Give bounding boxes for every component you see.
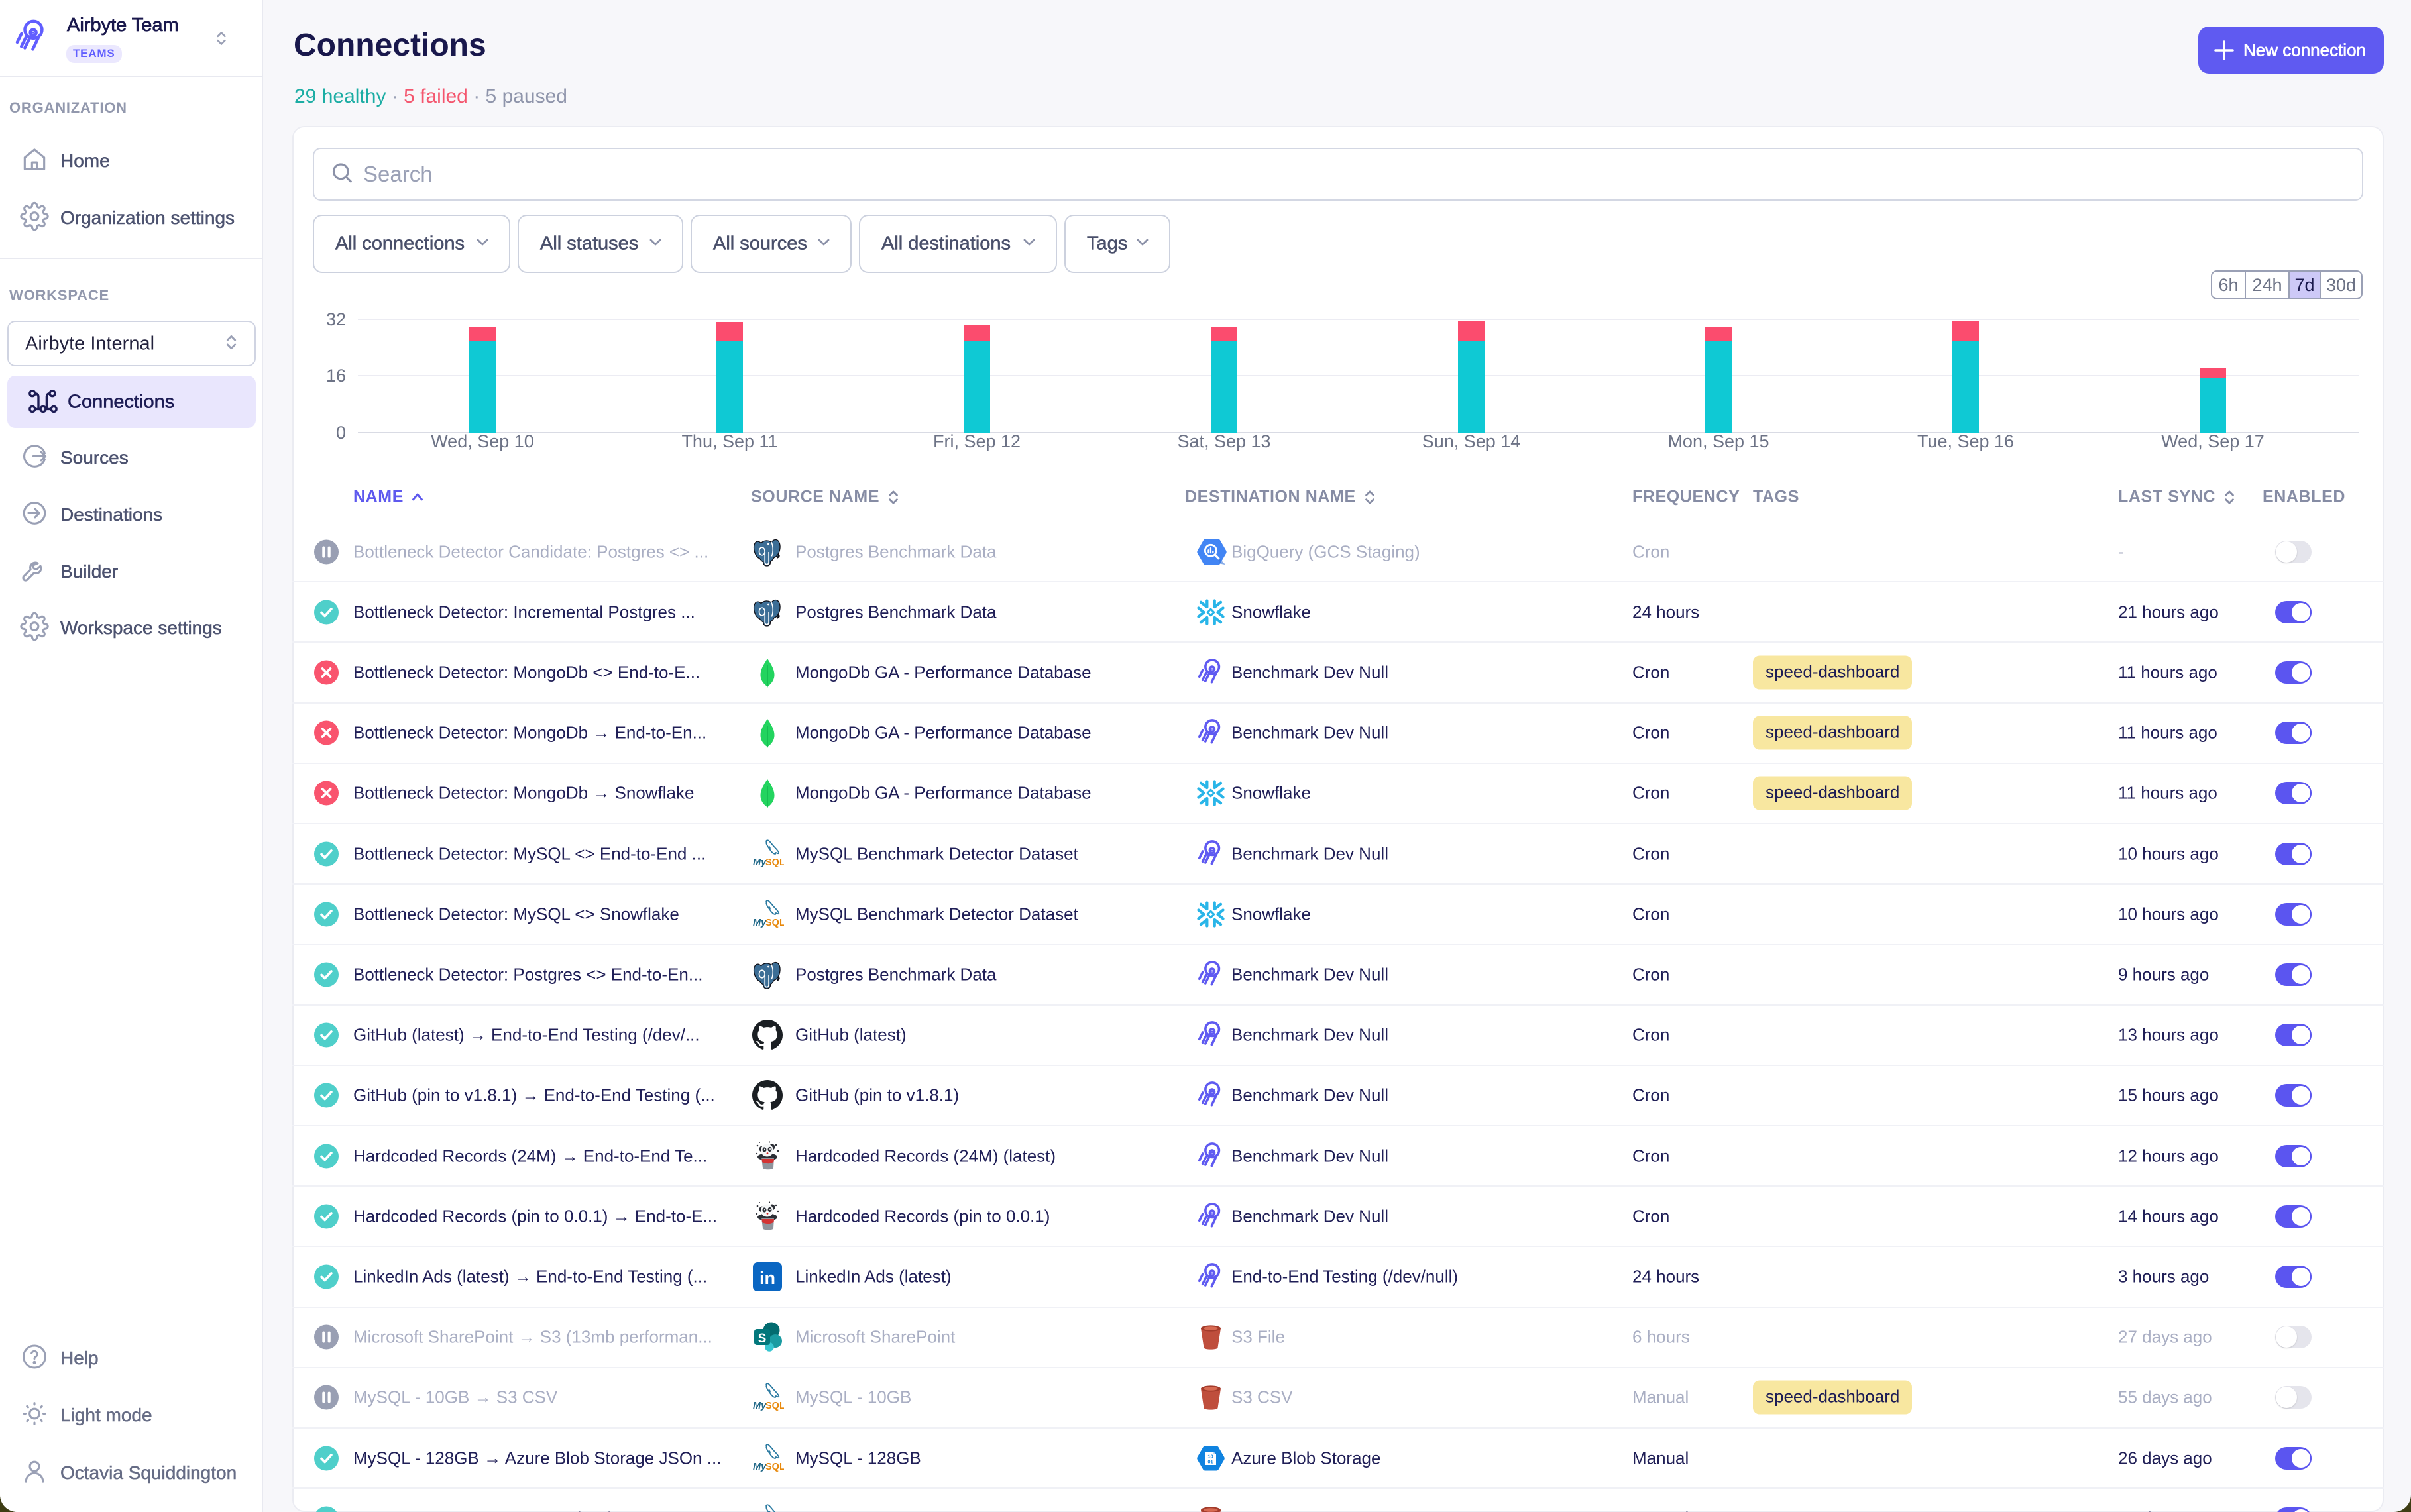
svg-text:32: 32 <box>326 309 346 329</box>
svg-text:Mon, Sep 15: Mon, Sep 15 <box>1667 431 1769 451</box>
svg-text:..: .. <box>781 1403 784 1411</box>
svg-text:Fri, Sep 12: Fri, Sep 12 <box>933 431 1021 451</box>
svg-text:01: 01 <box>1207 1458 1213 1464</box>
svg-text:..: .. <box>781 920 784 928</box>
svg-text:in: in <box>759 1268 775 1288</box>
svg-text:S: S <box>758 1332 767 1346</box>
svg-text:Wed, Sep 10: Wed, Sep 10 <box>431 431 534 451</box>
svg-text:My: My <box>753 1401 767 1411</box>
svg-text:Thu, Sep 11: Thu, Sep 11 <box>681 431 777 451</box>
svg-text:Sun, Sep 14: Sun, Sep 14 <box>1422 431 1521 451</box>
svg-text:16: 16 <box>326 366 346 386</box>
svg-text:..: .. <box>781 860 784 867</box>
svg-text:0: 0 <box>336 423 346 443</box>
svg-text:Tue, Sep 16: Tue, Sep 16 <box>1917 431 2014 451</box>
svg-text:Wed, Sep 17: Wed, Sep 17 <box>2161 431 2265 451</box>
svg-text:My: My <box>753 1462 767 1472</box>
svg-text:My: My <box>753 857 767 868</box>
svg-text:..: .. <box>781 1464 784 1472</box>
svg-text:Sat, Sep 13: Sat, Sep 13 <box>1177 431 1270 451</box>
svg-text:My: My <box>753 918 767 928</box>
